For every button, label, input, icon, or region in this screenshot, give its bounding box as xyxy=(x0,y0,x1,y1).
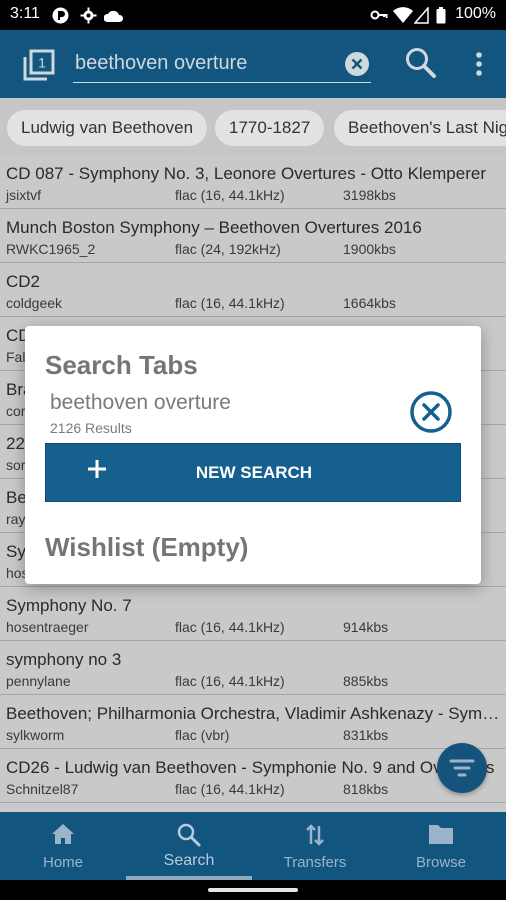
search-input[interactable]: beethoven overture xyxy=(73,46,371,83)
nav-search[interactable]: Search xyxy=(126,812,252,880)
search-tabs-dialog: Search Tabs beethoven overture 2126 Resu… xyxy=(25,326,481,584)
result-user: Fal xyxy=(6,349,26,365)
search-button[interactable] xyxy=(404,46,438,80)
result-user: RWKC1965_2 xyxy=(6,241,96,257)
new-search-label: NEW SEARCH xyxy=(195,463,313,482)
new-search-button[interactable]: NEW SEARCH xyxy=(45,443,461,502)
chip[interactable]: Ludwig van Beethoven xyxy=(7,110,208,146)
home-gesture-bar[interactable] xyxy=(208,888,298,892)
more-options-button[interactable] xyxy=(468,50,490,78)
status-time: 3:11 xyxy=(10,5,40,22)
result-row[interactable]: CD2 coldgeek flac (16, 44.1kHz) 1664kbs xyxy=(0,264,506,317)
dialog-title: Search Tabs xyxy=(45,350,198,380)
nav-label: Transfers xyxy=(283,854,347,871)
result-speed: 3198kbs xyxy=(343,187,396,203)
search-icon xyxy=(176,822,202,853)
result-user: pennylane xyxy=(6,673,71,689)
battery-icon xyxy=(436,7,446,29)
tabs-button[interactable]: 1 xyxy=(22,48,56,82)
search-tab-query[interactable]: beethoven overture xyxy=(50,391,231,415)
wishlist-title: Wishlist (Empty) xyxy=(45,532,249,562)
result-title: CD26 - Ludwig van Beethoven - Symphonie … xyxy=(6,758,495,777)
search-tab-results: 2126 Results xyxy=(50,420,132,436)
result-title: CD2 xyxy=(6,272,41,291)
filter-button[interactable] xyxy=(437,743,487,793)
battery-percent: 100% xyxy=(455,5,496,22)
result-format: flac (16, 44.1kHz) xyxy=(175,673,285,689)
nav-label: Search xyxy=(163,852,215,869)
nav-browse[interactable]: Browse xyxy=(378,812,504,880)
search-icon xyxy=(406,48,436,78)
chip[interactable]: 1770-1827 xyxy=(215,110,325,146)
result-title: CD 087 - Symphony No. 3, Leonore Overtur… xyxy=(6,164,486,183)
result-row[interactable]: symphony no 3 pennylane flac (16, 44.1kH… xyxy=(0,642,506,695)
clear-search-button[interactable] xyxy=(345,52,369,76)
filter-icon xyxy=(449,759,475,777)
home-icon xyxy=(50,822,76,851)
nav-label: Browse xyxy=(415,854,467,871)
vpn-key-icon xyxy=(370,7,388,28)
chip[interactable]: Beethoven's Last Nig xyxy=(334,110,506,146)
folder-icon xyxy=(427,822,455,851)
transfers-icon xyxy=(303,822,327,853)
result-user: jsixtvf xyxy=(6,187,41,203)
more-vert-icon xyxy=(476,52,482,76)
signal-icon xyxy=(413,5,429,29)
result-format: flac (16, 44.1kHz) xyxy=(175,781,285,797)
result-title: symphony no 3 xyxy=(6,650,122,669)
result-title: Symphony No. 7 xyxy=(6,596,132,615)
status-bar: 3:11 100% xyxy=(0,0,506,30)
result-user: ray xyxy=(6,511,26,527)
result-speed: 831kbs xyxy=(343,727,389,743)
result-row[interactable]: Symphony No. 7 hosentraeger flac (16, 44… xyxy=(0,588,506,641)
search-input-value: beethoven overture xyxy=(75,52,248,74)
result-user: Schnitzel87 xyxy=(6,781,79,797)
result-format: flac (24, 192kHz) xyxy=(175,241,281,257)
result-speed: 885kbs xyxy=(343,673,389,689)
nav-transfers[interactable]: Transfers xyxy=(252,812,378,880)
cloud-icon xyxy=(103,7,124,29)
result-row[interactable]: Beethoven; Philharmonia Orchestra, Vladi… xyxy=(0,696,506,749)
close-icon xyxy=(410,391,452,433)
wifi-icon xyxy=(393,7,413,29)
app-bar: 1 beethoven overture xyxy=(0,30,506,98)
clear-icon xyxy=(345,52,369,76)
result-speed: 818kbs xyxy=(343,781,389,797)
gesture-area xyxy=(0,880,506,900)
result-speed: 914kbs xyxy=(343,619,389,635)
tab-count-text: 1 xyxy=(38,55,46,71)
result-user: sor xyxy=(6,457,26,473)
close-tab-button[interactable] xyxy=(409,390,453,434)
result-row[interactable]: Munch Boston Symphony – Beethoven Overtu… xyxy=(0,210,506,263)
result-user: coldgeek xyxy=(6,295,63,311)
result-row[interactable]: CD26 - Ludwig van Beethoven - Symphonie … xyxy=(0,750,506,803)
result-user: hosentraeger xyxy=(6,619,89,635)
bottom-navigation: Home Search Transfers Browse xyxy=(0,812,506,880)
result-format: flac (16, 44.1kHz) xyxy=(175,619,285,635)
result-speed: 1900kbs xyxy=(343,241,396,257)
result-user: sylkworm xyxy=(6,727,65,743)
result-title: Beethoven; Philharmonia Orchestra, Vladi… xyxy=(6,704,500,723)
tabs-icon: 1 xyxy=(23,49,55,81)
result-format: flac (vbr) xyxy=(175,727,230,743)
result-speed: 1664kbs xyxy=(343,295,396,311)
notification-icon xyxy=(52,7,69,29)
result-title: Munch Boston Symphony – Beethoven Overtu… xyxy=(6,218,422,237)
result-user: cor xyxy=(6,403,26,419)
result-format: flac (16, 44.1kHz) xyxy=(175,187,285,203)
settings-icon xyxy=(80,7,97,29)
result-format: flac (16, 44.1kHz) xyxy=(175,295,285,311)
suggestion-chips: Ludwig van Beethoven 1770-1827 Beethoven… xyxy=(0,98,506,156)
nav-label: Home xyxy=(42,854,83,871)
result-row[interactable]: CD 087 - Symphony No. 3, Leonore Overtur… xyxy=(0,156,506,209)
nav-home[interactable]: Home xyxy=(0,812,126,880)
